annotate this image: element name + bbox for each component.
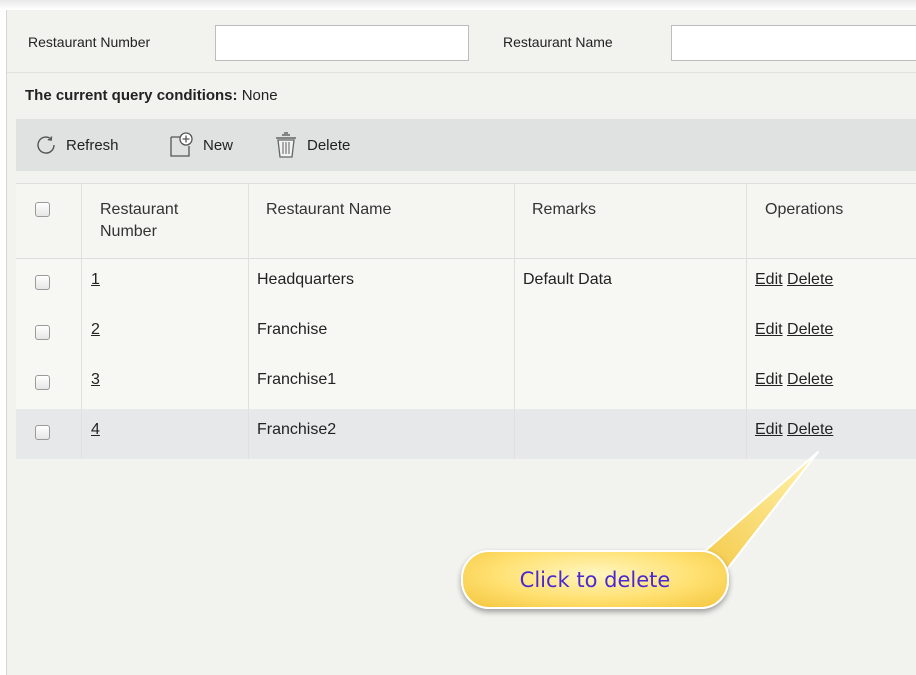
table-row: 3 Franchise1 Edit Delete [16,359,916,409]
table-row: 2 Franchise Edit Delete [16,309,916,359]
new-label: New [203,136,234,154]
edit-link[interactable]: Edit [755,421,783,438]
restaurant-number-cell: 1 [82,259,249,309]
table-row-highlighted: 4 Franchise2 Edit Delete [16,409,916,459]
new-button[interactable]: New [167,119,233,171]
callout-text: Click to delete [519,567,671,592]
restaurant-name-text: Headquarters [257,271,354,288]
restaurant-number-cell: 4 [82,409,249,459]
query-conditions-value: None [241,87,278,104]
edit-link[interactable]: Edit [755,271,783,288]
restaurant-name-cell: Franchise1 [249,359,515,409]
remarks-cell [515,309,747,359]
header-operations: Operations [747,184,916,258]
restaurant-number-input[interactable] [215,25,469,61]
operations-cell: Edit Delete [747,309,916,359]
restaurant-name-label: Restaurant Name [503,34,613,50]
query-conditions: The current query conditions: None [25,87,278,104]
table-header: Restaurant Number Restaurant Name Remark… [16,183,916,259]
toolbar-delete-label: Delete [307,136,351,154]
click-to-delete-callout: Click to delete [461,550,729,609]
top-edge-shadow [0,0,916,10]
restaurant-number-link[interactable]: 3 [91,371,100,389]
delete-link[interactable]: Delete [787,321,833,338]
remarks-cell [515,359,747,409]
restaurant-number-cell: 2 [82,309,249,359]
restaurant-number-link[interactable]: 4 [91,421,100,439]
restaurant-number-cell: 3 [82,359,249,409]
refresh-icon [37,136,55,154]
delete-link[interactable]: Delete [787,371,833,388]
row-select-cell [16,309,82,359]
header-remarks[interactable]: Remarks [515,184,747,258]
query-conditions-label: The current query conditions: [25,87,238,104]
restaurant-name-cell: Franchise2 [249,409,515,459]
operations-cell: Edit Delete [747,259,916,309]
restaurant-name-input[interactable] [671,25,916,61]
edit-link[interactable]: Edit [755,371,783,388]
edit-link[interactable]: Edit [755,321,783,338]
refresh-label: Refresh [66,136,119,154]
new-document-icon [170,132,193,157]
header-restaurant-number[interactable]: Restaurant Number [82,184,249,258]
restaurant-name-cell: Franchise [249,309,515,359]
remarks-cell: Default Data [515,259,747,309]
remarks-cell [515,409,747,459]
restaurant-name-cell: Headquarters [249,259,515,309]
row-select-cell [16,409,82,459]
operations-cell: Edit Delete [747,359,916,409]
restaurant-table: Restaurant Number Restaurant Name Remark… [16,183,916,459]
toolbar-delete-button[interactable]: Delete [273,119,350,171]
row-select-cell [16,359,82,409]
header-restaurant-name-label: Restaurant Name [266,201,392,218]
toolbar: Refresh New Delete [16,119,916,171]
refresh-button[interactable]: Refresh [34,119,119,171]
restaurant-number-link[interactable]: 1 [91,271,100,289]
row-checkbox[interactable] [35,425,50,440]
restaurant-name-text: Franchise1 [257,371,337,388]
delete-link[interactable]: Delete [787,271,833,288]
restaurant-number-label: Restaurant Number [28,34,151,50]
restaurant-name-text: Franchise2 [257,421,337,438]
delete-link[interactable]: Delete [787,421,833,438]
trash-icon [276,132,296,158]
header-remarks-label: Remarks [532,201,597,218]
row-checkbox[interactable] [35,325,50,340]
remarks-text: Default Data [523,271,612,288]
restaurant-name-text: Franchise [257,321,328,338]
operations-cell: Edit Delete [747,409,916,459]
header-select-cell [16,184,82,258]
row-checkbox[interactable] [35,375,50,390]
header-restaurant-name[interactable]: Restaurant Name [249,184,515,258]
row-select-cell [16,259,82,309]
restaurant-number-link[interactable]: 2 [91,321,100,339]
query-bar: Restaurant Number Restaurant Name [7,10,916,73]
header-operations-label: Operations [765,201,844,218]
row-checkbox[interactable] [35,275,50,290]
select-all-checkbox[interactable] [35,202,50,217]
header-restaurant-number-label: Restaurant Number [100,201,179,240]
table-row: 1 Headquarters Default Data Edit Delete [16,259,916,309]
